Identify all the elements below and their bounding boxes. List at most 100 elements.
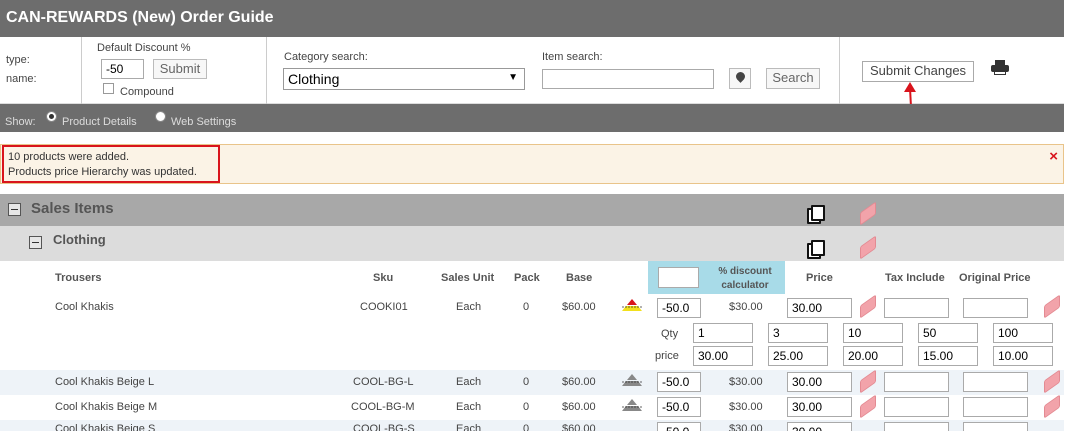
group-header-clothing[interactable]: Clothing (0, 226, 1064, 261)
eraser-icon[interactable] (860, 369, 876, 394)
default-discount-input[interactable] (101, 59, 144, 79)
product-name: Cool Khakis Beige M (55, 401, 158, 413)
product-base: $60.00 (562, 376, 596, 388)
copy-icon[interactable] (807, 240, 825, 259)
col-header-pack: Pack (514, 272, 540, 284)
submit-discount-button[interactable]: Submit (153, 59, 207, 79)
table-row: Cool Khakis COOKI01 Each 0 $60.00 $30.00… (0, 294, 1064, 368)
price-hierarchy-icon[interactable] (622, 299, 642, 313)
discount-calculator-input[interactable] (658, 267, 699, 288)
alert-box: 10 products were added. Products price H… (0, 144, 1064, 184)
table-row: Cool Khakis Beige M COOL-BG-M Each 0 $60… (0, 394, 1064, 420)
col-header-base: Base (566, 272, 593, 284)
tier-qty-input[interactable] (693, 323, 753, 343)
product-details-label: Product Details (62, 116, 137, 128)
group-header-sales-items[interactable]: Sales Items (0, 194, 1064, 226)
price-hierarchy-icon[interactable] (622, 399, 642, 413)
collapse-icon[interactable] (8, 203, 21, 216)
price-input[interactable] (787, 397, 852, 417)
tax-include-input[interactable] (884, 372, 949, 392)
default-discount-label: Default Discount % (97, 42, 191, 54)
copy-icon[interactable] (807, 205, 825, 224)
radio-product-details[interactable] (46, 111, 57, 122)
product-base: $60.00 (562, 423, 596, 431)
discount-input[interactable] (657, 397, 701, 417)
original-price-input[interactable] (963, 422, 1028, 431)
close-icon[interactable]: × (1049, 148, 1058, 165)
price-input[interactable] (787, 298, 852, 318)
chevron-down-icon: ▼ (508, 72, 518, 83)
calculated-price: $30.00 (729, 423, 763, 431)
tier-qty-label: Qty (661, 328, 679, 340)
product-sku: COOL-BG-S (353, 423, 415, 431)
tier-qty-input[interactable] (768, 323, 828, 343)
compound-checkbox[interactable] (103, 83, 114, 94)
tier-price-label: price (655, 350, 679, 362)
show-bar: Show: Product Details Web Settings (0, 104, 1064, 132)
original-price-input[interactable] (963, 372, 1028, 392)
eraser-icon[interactable] (1044, 369, 1060, 394)
discount-input[interactable] (657, 422, 701, 431)
product-base: $60.00 (562, 301, 596, 313)
category-search-label: Category search: (284, 51, 368, 63)
compound-label: Compound (120, 86, 174, 98)
map-pin-icon (734, 70, 747, 83)
price-input[interactable] (787, 372, 852, 392)
collapse-icon[interactable] (29, 236, 42, 249)
tier-qty-input[interactable] (918, 323, 978, 343)
product-pack: 0 (523, 423, 530, 431)
tax-include-input[interactable] (884, 397, 949, 417)
product-sku: COOL-BG-L (353, 376, 414, 388)
category-select[interactable]: Clothing ▼ (283, 68, 525, 90)
alert-message: 10 products were added. Products price H… (2, 145, 220, 183)
item-search-label: Item search: (542, 51, 603, 63)
divider (81, 37, 82, 104)
eraser-icon[interactable] (860, 201, 876, 226)
product-sku: COOL-BG-M (351, 401, 415, 413)
col-header-name: Trousers (55, 272, 102, 284)
eraser-icon[interactable] (860, 294, 876, 319)
alert-line: 10 products were added. (8, 151, 130, 163)
col-header-unit: Sales Unit (441, 272, 495, 284)
tax-include-input[interactable] (884, 298, 949, 318)
tier-price-input[interactable] (918, 346, 978, 366)
web-settings-label: Web Settings (171, 116, 237, 128)
radio-web-settings[interactable] (155, 111, 166, 122)
tier-price-input[interactable] (693, 346, 753, 366)
product-pack: 0 (523, 301, 530, 313)
discount-input[interactable] (657, 298, 701, 318)
price-input[interactable] (787, 422, 852, 431)
submit-changes-button[interactable]: Submit Changes (862, 61, 974, 82)
tier-qty-input[interactable] (993, 323, 1053, 343)
product-sku: COOKI01 (360, 301, 408, 313)
tier-price-input[interactable] (993, 346, 1053, 366)
group-title: Sales Items (31, 200, 114, 217)
eraser-icon[interactable] (1044, 394, 1060, 419)
category-selected-value: Clothing (288, 71, 340, 87)
product-unit: Each (456, 401, 482, 413)
product-unit: Each (456, 423, 482, 431)
eraser-icon[interactable] (860, 235, 876, 260)
calculated-price: $30.00 (729, 376, 763, 388)
product-name: Cool Khakis Beige S (55, 423, 156, 431)
tier-qty-input[interactable] (843, 323, 903, 343)
product-unit: Each (456, 376, 482, 388)
group-title: Clothing (53, 232, 106, 247)
price-hierarchy-icon[interactable] (622, 374, 642, 388)
location-pin-button[interactable] (729, 68, 751, 89)
divider (839, 37, 840, 104)
printer-icon[interactable] (991, 60, 1009, 76)
eraser-icon[interactable] (1044, 294, 1060, 319)
tier-price-input[interactable] (768, 346, 828, 366)
original-price-input[interactable] (963, 298, 1028, 318)
tier-price-input[interactable] (843, 346, 903, 366)
product-name: Cool Khakis Beige L (55, 376, 155, 388)
product-name: Cool Khakis (55, 301, 114, 313)
tax-include-input[interactable] (884, 422, 949, 431)
discount-calculator-header: % discount calculator (648, 261, 785, 294)
original-price-input[interactable] (963, 397, 1028, 417)
item-search-input[interactable] (542, 69, 714, 89)
search-button[interactable]: Search (766, 68, 820, 89)
discount-input[interactable] (657, 372, 701, 392)
eraser-icon[interactable] (860, 394, 876, 419)
